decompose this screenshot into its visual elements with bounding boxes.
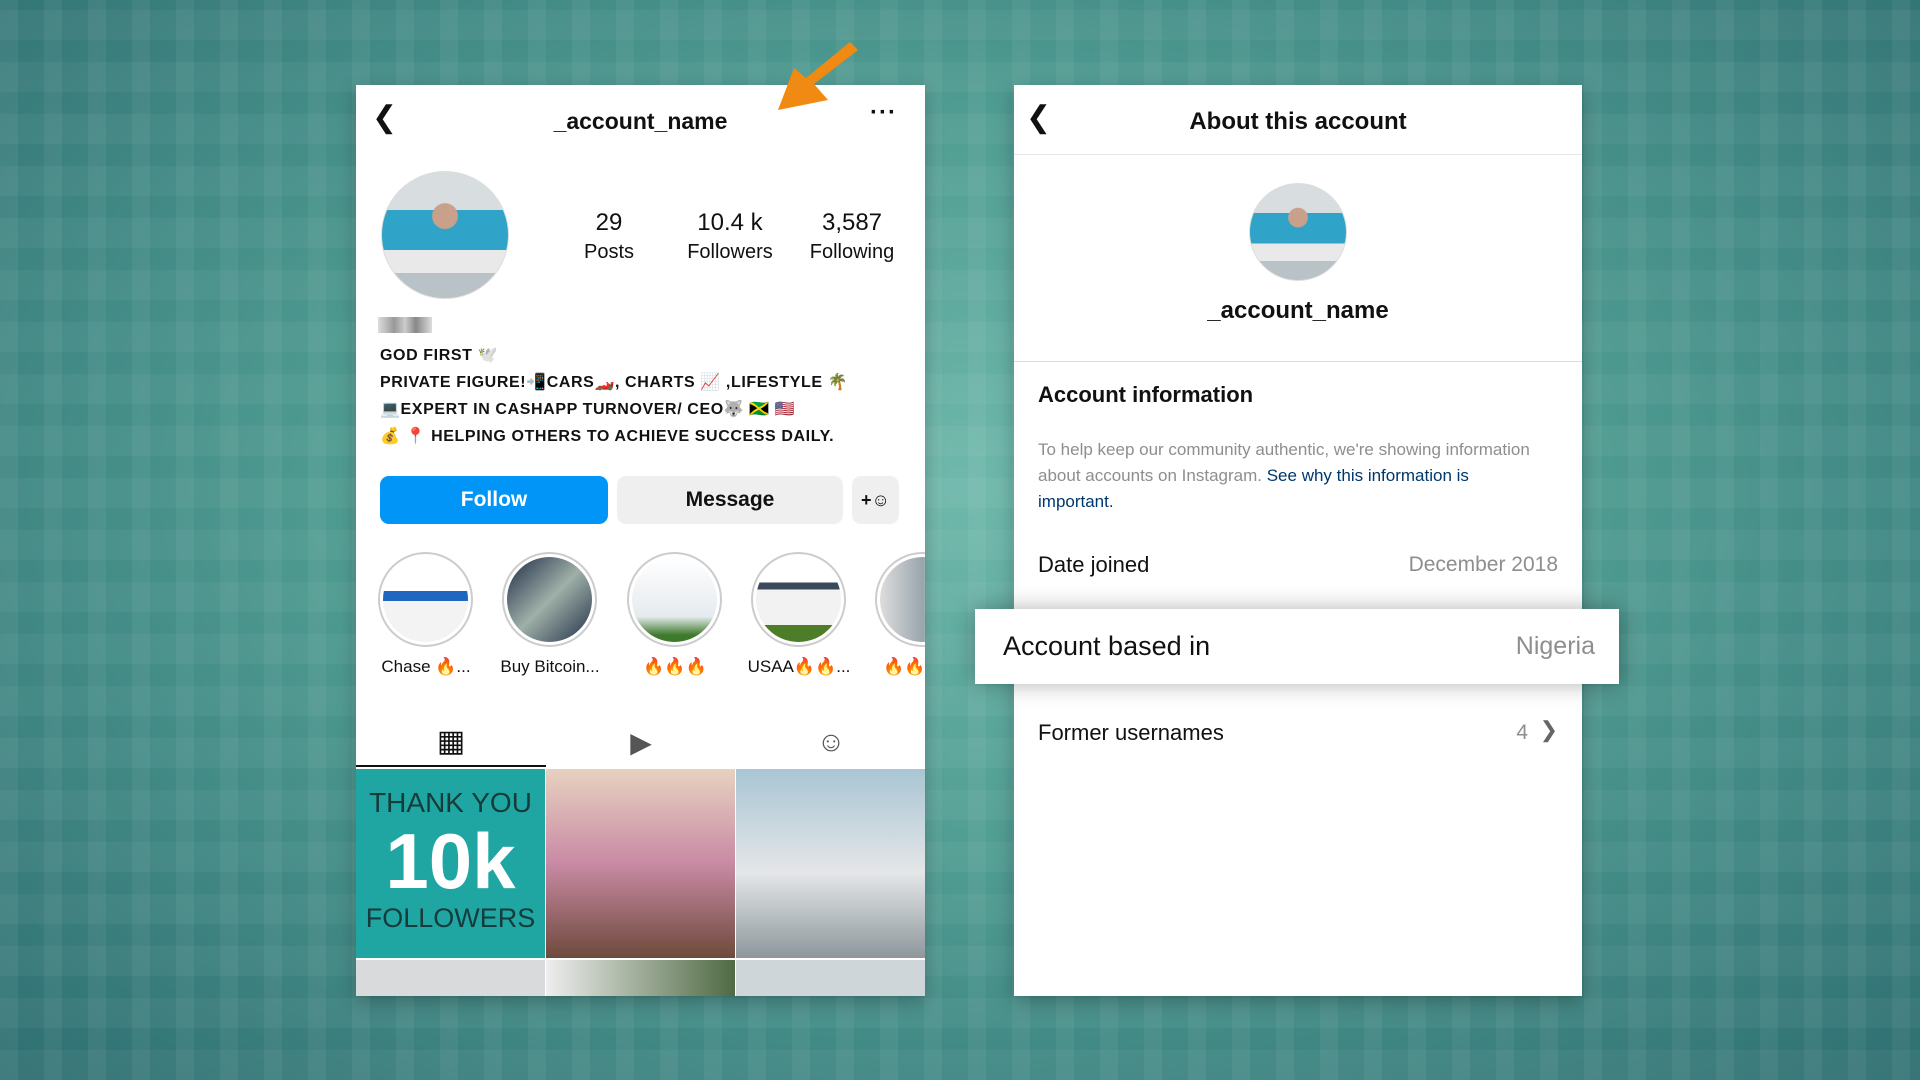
highlight-label: USAA🔥🔥... [747,657,851,676]
profile-screen: ❮ _account_name ··· 29 Posts 10.4 k Follow… [356,85,925,996]
bio-line: PRIVATE FIGURE!📲CARS🏎️, CHARTS 📈 ,LIFEST… [380,374,849,391]
highlight-label: Buy Bitcoin... [500,657,600,676]
tab-posts-grid[interactable]: ▦ [356,717,546,767]
stat-following[interactable]: 3,587 Following [792,209,912,264]
stat-followers[interactable]: 10.4 k Followers [670,209,790,264]
former-usernames-label[interactable]: Former usernames [1038,720,1224,746]
post[interactable] [546,960,735,996]
highlight-5[interactable] [875,552,925,647]
tagged-user-icon: ☺ [816,726,846,757]
former-usernames-count: 4 [1516,721,1528,744]
about-avatar [1249,183,1347,281]
account-based-in-row: Account based in Nigeria [975,609,1619,684]
post-thank-you[interactable]: THANK YOU 10k FOLLOWERS [356,769,545,958]
post[interactable] [356,960,545,996]
message-button[interactable]: Message [617,476,843,524]
bio-line: GOD FIRST 🕊️ [380,347,499,364]
tab-reels[interactable]: ▶ [546,717,736,767]
follow-button[interactable]: Follow [380,476,608,524]
post-party[interactable] [546,769,735,958]
reels-icon: ▶ [630,726,652,758]
divider [1014,361,1582,362]
add-user-icon[interactable]: +☺ [852,476,899,524]
highlight-fire[interactable] [627,552,722,647]
post[interactable] [736,960,925,996]
highlight-chase[interactable] [378,552,473,647]
highlight-buy-bitcoin[interactable] [502,552,597,647]
section-title: Account information [1038,382,1254,407]
highlight-usaa[interactable] [751,552,846,647]
more-options-icon[interactable]: ··· [870,99,897,127]
profile-avatar[interactable] [381,171,509,299]
blurred-display-name [378,317,432,333]
bio-line: 💰 📍 HELPING OTHERS TO ACHIEVE SUCCESS DA… [380,428,835,445]
account-info-description: To help keep our community authentic, we… [1038,440,1530,511]
account-based-in-value: Nigeria [1515,632,1595,660]
highlight-label: 🔥🔥🔥 [643,657,707,676]
chevron-right-icon[interactable]: ❯ [1540,717,1558,743]
bio-line: 💻EXPERT IN CASHAPP TURNOVER/ CEO🐺 🇯🇲 🇺🇸 [380,401,796,418]
annotation-arrow-icon [778,42,858,110]
binary-background [0,0,1920,1080]
about-title: About this account [1189,108,1407,135]
account-based-in-label: Account based in [1003,631,1211,661]
highlight-label: 🔥🔥 [883,657,925,676]
about-account-screen: ❮ About this account _account_name Accou… [1014,85,1582,996]
post-jet[interactable] [736,769,925,958]
highlight-label: Chase 🔥... [381,657,471,676]
about-username: _account_name [1207,297,1389,324]
tab-tagged[interactable]: ☺ [736,717,925,767]
date-joined-value: December 2018 [1408,553,1558,576]
stat-posts[interactable]: 29 Posts [549,209,669,264]
date-joined-label: Date joined [1038,552,1150,577]
grid-icon: ▦ [436,724,466,758]
